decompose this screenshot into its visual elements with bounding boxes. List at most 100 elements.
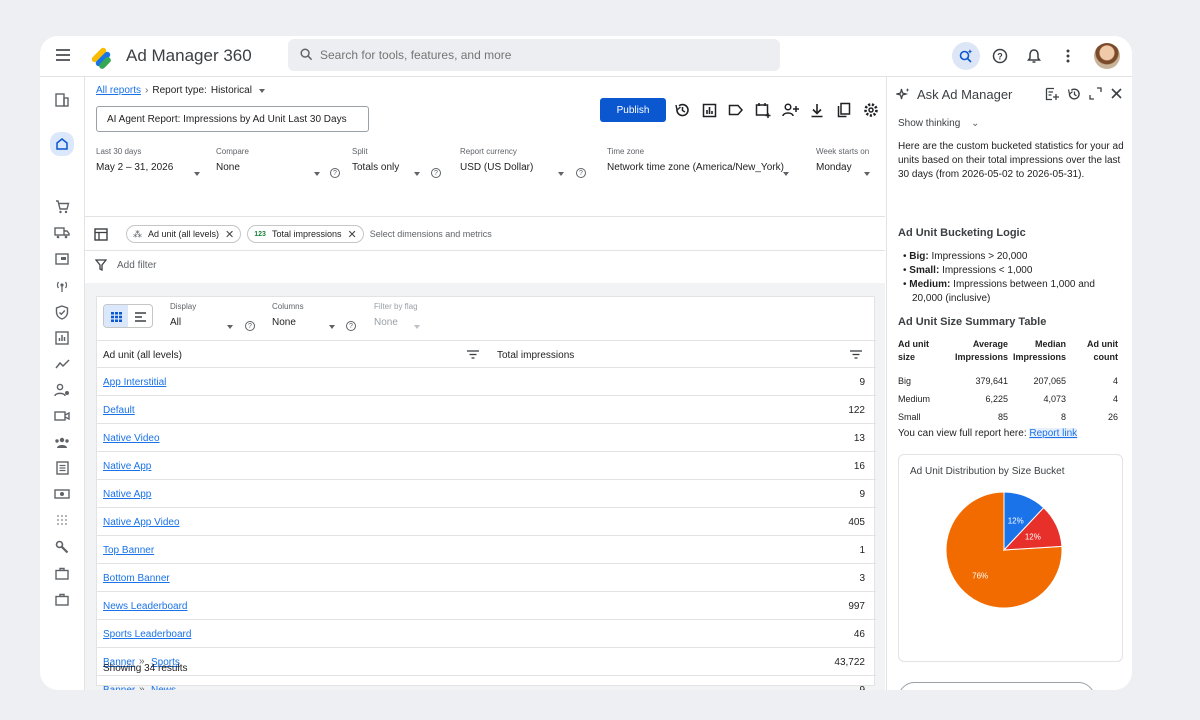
briefcase-admin-icon[interactable]	[52, 589, 72, 609]
remove-dimension-close-icon[interactable]: ✕	[225, 228, 234, 241]
cart-icon[interactable]	[52, 197, 72, 217]
trend-line-icon[interactable]	[52, 354, 72, 374]
table-layout-icon[interactable]	[94, 227, 108, 241]
results-card: Display All ? Columns None ? Filter by f…	[96, 296, 876, 690]
ad-unit-link[interactable]: Native Video	[103, 433, 160, 444]
settings-gear-icon[interactable]	[862, 101, 880, 119]
currency-help-icon[interactable]: ?	[576, 168, 586, 178]
help-icon[interactable]: ?	[986, 42, 1014, 70]
dotted-grid-icon[interactable]	[52, 510, 72, 530]
dimension-chip[interactable]: ⁂ Ad unit (all levels) ✕	[126, 225, 242, 243]
compare-select[interactable]: Compare None ?	[216, 147, 340, 181]
ai-sparkle-search-icon[interactable]	[952, 42, 980, 70]
close-panel-icon[interactable]	[1110, 87, 1123, 100]
flag-label: Filter by flag	[374, 302, 418, 311]
label-tag-icon[interactable]	[727, 101, 745, 119]
chart-visualization-icon[interactable]	[700, 101, 718, 119]
table-view-icon[interactable]	[104, 305, 128, 327]
shield-check-icon[interactable]	[52, 302, 72, 322]
columns-label: Columns	[272, 302, 304, 311]
time-zone-select[interactable]: Time zone Network time zone (America/New…	[607, 147, 807, 181]
ad-unit-link[interactable]: Bottom Banner	[103, 573, 170, 584]
metric-chip[interactable]: 123 Total impressions ✕	[247, 225, 364, 243]
columns-select[interactable]: Columns None ?	[272, 302, 362, 331]
metric-number-badge: 123	[254, 230, 266, 238]
ad-unit-link[interactable]: News Leaderboard	[103, 601, 188, 612]
ad-unit-link[interactable]: Native App	[103, 461, 151, 472]
chat-history-icon[interactable]	[1067, 87, 1081, 101]
report-type-dropdown-icon[interactable]	[258, 88, 265, 93]
impressions-sort-filter-icon[interactable]	[850, 350, 862, 359]
column-header-ad-unit[interactable]: Ad unit (all levels)	[103, 350, 182, 361]
summary-col-size: Ad unit size	[898, 339, 929, 362]
ad-unit-child-link[interactable]: News	[151, 685, 176, 690]
columns-help-icon[interactable]: ?	[346, 321, 356, 331]
ad-unit-link[interactable]: Top Banner	[103, 545, 154, 556]
wrench-tools-icon[interactable]	[52, 537, 72, 557]
split-help-icon[interactable]: ?	[431, 168, 441, 178]
table-row: News Leaderboard 997	[97, 592, 876, 620]
pivot-view-icon[interactable]	[128, 305, 152, 327]
display-select[interactable]: Display All ?	[170, 302, 255, 331]
ask-question-box[interactable]	[898, 682, 1095, 690]
add-filter-button[interactable]: Add filter	[95, 259, 156, 271]
payments-money-icon[interactable]	[52, 484, 72, 504]
report-type-value[interactable]: Historical	[211, 85, 252, 96]
delivery-truck-icon[interactable]	[52, 223, 72, 243]
app-window: Ad Manager 360 ?	[40, 36, 1132, 690]
ad-unit-link[interactable]: Native App Video	[103, 517, 180, 528]
more-vert-icon[interactable]	[1054, 42, 1082, 70]
briefcase-icon[interactable]	[52, 563, 72, 583]
week-start-select[interactable]: Week starts on Monday	[816, 147, 882, 181]
expand-panel-icon[interactable]	[1089, 87, 1102, 100]
broadcast-antenna-icon[interactable]	[52, 276, 72, 296]
ad-unit-link[interactable]: Default	[103, 405, 135, 416]
column-header-total-impressions[interactable]: Total impressions	[497, 350, 574, 361]
new-chat-icon[interactable]	[1045, 87, 1059, 101]
display-help-icon[interactable]: ?	[245, 321, 255, 331]
notifications-bell-icon[interactable]	[1020, 42, 1048, 70]
ad-unit-icon[interactable]	[52, 249, 72, 269]
pie-slice-label: 12%	[1025, 532, 1041, 541]
date-range-select[interactable]: Last 30 days May 2 – 31, 2026	[96, 147, 200, 181]
history-icon[interactable]	[673, 101, 691, 119]
apartment-building-icon[interactable]	[52, 90, 72, 110]
report-link[interactable]: Report link	[1029, 428, 1078, 439]
user-avatar[interactable]	[1094, 43, 1120, 69]
copy-duplicate-icon[interactable]	[835, 101, 853, 119]
report-name-field[interactable]: AI Agent Report: Impressions by Ad Unit …	[96, 106, 369, 132]
select-dimensions-input[interactable]: Select dimensions and metrics	[370, 229, 492, 239]
summary-cell: 8	[1060, 412, 1066, 422]
ad-unit-sort-filter-icon[interactable]	[467, 350, 479, 359]
download-icon[interactable]	[808, 101, 826, 119]
person-settings-icon[interactable]	[52, 380, 72, 400]
ad-unit-link[interactable]: App Interstitial	[103, 377, 166, 388]
hierarchy-separator: »	[139, 684, 145, 690]
ad-unit-link[interactable]: Sports Leaderboard	[103, 629, 191, 640]
schedule-calendar-icon[interactable]	[754, 101, 772, 119]
remove-metric-close-icon[interactable]: ✕	[347, 228, 356, 241]
ad-unit-link[interactable]: Native App	[103, 489, 151, 500]
search-input[interactable]	[320, 45, 760, 65]
view-toggle[interactable]	[103, 304, 153, 328]
all-reports-link[interactable]: All reports	[96, 85, 141, 96]
currency-label: Report currency	[460, 147, 517, 156]
publish-button[interactable]: Publish	[600, 98, 666, 122]
compare-help-icon[interactable]: ?	[330, 168, 340, 178]
currency-dropdown-icon	[558, 172, 564, 176]
split-select[interactable]: Split Totals only ?	[352, 147, 472, 181]
menu-icon[interactable]	[56, 49, 70, 61]
video-camera-icon[interactable]	[52, 406, 72, 426]
audience-group-icon[interactable]	[52, 432, 72, 452]
search-bar[interactable]	[288, 39, 780, 71]
pie-chart: 76% 12%12%	[945, 491, 1063, 609]
filter-by-flag-select[interactable]: Filter by flag None	[374, 302, 434, 329]
currency-select[interactable]: Report currency USD (US Dollar) ?	[460, 147, 610, 181]
show-thinking-toggle[interactable]: Show thinking ⌄	[898, 118, 979, 129]
share-person-add-icon[interactable]	[781, 101, 799, 119]
ad-unit-link[interactable]: Banner	[103, 685, 135, 690]
ask-ad-manager-panel: Ask Ad Manager Show thinking ⌄ Here are …	[886, 77, 1132, 690]
bar-chart-report-icon[interactable]	[52, 328, 72, 348]
home-icon[interactable]	[50, 132, 74, 156]
document-list-icon[interactable]	[52, 458, 72, 478]
